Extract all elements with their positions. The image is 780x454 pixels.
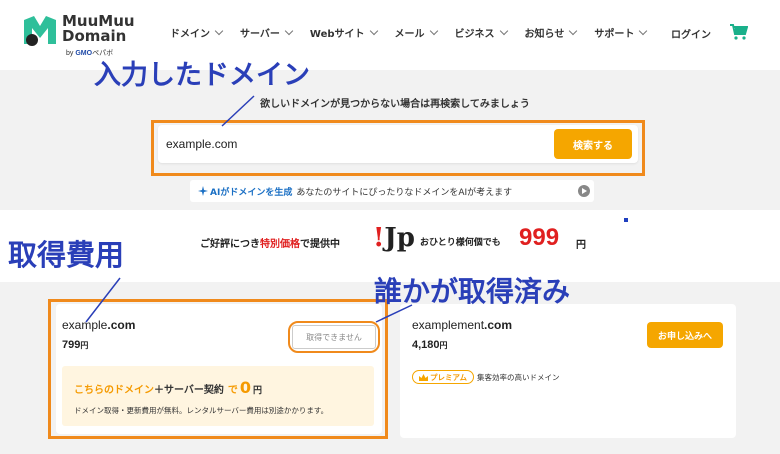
annotation-frame-search	[151, 120, 645, 176]
promo-price: 999	[519, 224, 560, 251]
decorative-dot	[624, 218, 628, 222]
arrow-right-circle-icon	[578, 185, 590, 197]
promo-price-unit: 円	[576, 240, 586, 251]
result-price: 4,180円	[412, 339, 448, 351]
main-nav: ドメイン サーバー Webサイト メール ビジネス お知らせ サポート	[170, 25, 664, 40]
sparkle-icon	[198, 186, 208, 196]
promo-right-text: おひとり様何個でも	[420, 238, 501, 248]
nav-item-website[interactable]: Webサイト	[310, 25, 378, 40]
nav-item-server[interactable]: サーバー	[240, 25, 294, 40]
annotation-cost-label: 取得費用	[8, 238, 125, 272]
logo-line2: Domain	[62, 27, 127, 45]
nav-item-support[interactable]: サポート	[594, 25, 648, 40]
annotation-frame-card	[48, 299, 388, 439]
chevron-down-icon	[429, 26, 438, 36]
jp-logo: !Jp	[373, 223, 415, 253]
annotation-frame-unavailable	[288, 321, 380, 353]
chevron-down-icon	[214, 26, 224, 36]
annotation-search-label: 入力したドメイン	[94, 60, 310, 91]
promo-text: ご好評につき特別価格で提供中	[200, 239, 340, 250]
nav-item-news[interactable]: お知らせ	[525, 25, 578, 40]
ai-description: あなたのサイトにぴったりなドメインをAIが考えます	[296, 187, 513, 198]
apply-button[interactable]: お申し込みへ	[647, 322, 723, 348]
ai-label-text: AIがドメインを生成	[210, 187, 293, 198]
chevron-down-icon	[569, 26, 578, 36]
premium-note: 集客効率の高いドメイン	[477, 373, 560, 382]
crown-icon	[419, 373, 428, 381]
cart-icon[interactable]	[730, 24, 748, 40]
muumuu-logo[interactable]: MuuMuu Domain by GMOペパボ	[22, 14, 142, 58]
search-subtitle: 欲しいドメインが見つからない場合は再検索してみましょう	[260, 99, 530, 110]
nav-item-domain[interactable]: ドメイン	[170, 25, 224, 40]
nav-item-business[interactable]: ビジネス	[455, 25, 508, 40]
result-domain-name: examplement.com	[412, 318, 513, 332]
premium-badge: プレミアム	[412, 370, 474, 384]
annotation-taken-label: 誰かが取得済み	[374, 275, 571, 308]
chevron-down-icon	[369, 26, 378, 36]
chevron-down-icon	[284, 26, 294, 36]
nav-item-mail[interactable]: メール	[395, 25, 438, 40]
logo-mark-icon	[24, 16, 56, 46]
chevron-down-icon	[499, 26, 508, 36]
ai-domain-generator-bar[interactable]: AIがドメインを生成 あなたのサイトにぴったりなドメインをAIが考えます	[190, 180, 594, 202]
chevron-down-icon	[639, 26, 648, 36]
login-link[interactable]: ログイン	[671, 26, 711, 41]
